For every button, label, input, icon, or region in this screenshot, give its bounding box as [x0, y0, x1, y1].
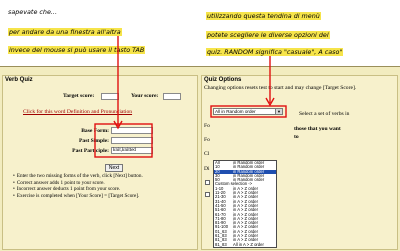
annotation-right-line1: utilizzando questa tendina di menù — [206, 12, 321, 20]
instructions-list: Enter the two missing forms of the verb,… — [13, 173, 143, 199]
side-letter: Fo — [204, 123, 210, 129]
past-participle-label: Past Participle: — [72, 148, 109, 154]
chevron-down-icon[interactable]: ▼ — [275, 109, 282, 114]
annotation-left-line2-highlight: per andare da una finestra all'altra — [8, 28, 122, 36]
verb-set-dropdown-list[interactable]: All in Random order 10 in Random order 20 in … — [213, 160, 277, 248]
annotation-right-line2: potete scegliere le diverse opzioni del — [206, 31, 330, 39]
verb-quiz-panel: Verb Quiz Target score: Your score: Clic… — [2, 75, 198, 250]
instruction-item: Enter the two missing forms of the verb,… — [13, 173, 143, 180]
annotation-right-line1-highlight: utilizzando questa tendina di menù — [206, 12, 321, 20]
annotation-right-line3: quiz. RANDOM significa "casuale", A caso… — [206, 48, 344, 56]
select-label: Select a set of verbs in — [299, 111, 350, 117]
annotation-left-line2: per andare da una finestra all'altra — [8, 28, 122, 36]
verb-set-select-value: All in Random order — [215, 109, 256, 114]
hint-partial-2: to — [294, 134, 299, 140]
quiz-options-title: Quiz Options — [204, 77, 242, 83]
past-simple-input[interactable] — [111, 137, 153, 144]
your-score-label: Your score: — [131, 93, 159, 99]
hint-partial-1: those that you want — [294, 126, 341, 132]
your-score-field — [163, 93, 181, 100]
option-checkbox[interactable] — [205, 180, 210, 185]
quiz-screenshot: Verb Quiz Target score: Your score: Clic… — [0, 66, 400, 251]
instruction-item: Exercise is completed when [Your Score] … — [13, 193, 143, 200]
annotation-left-line1: sapevate che... — [8, 8, 57, 16]
past-participle-input[interactable]: knit,knitted — [111, 147, 153, 154]
base-form-input[interactable] — [111, 127, 153, 134]
side-letter: Fo — [204, 137, 210, 143]
annotation-right-line3-highlight: quiz. RANDOM significa "casuale", A caso… — [206, 48, 344, 56]
next-button[interactable]: Next — [105, 164, 123, 172]
quiz-options-intro: Changing options resets test to start an… — [204, 85, 357, 91]
option-checkbox[interactable] — [205, 192, 210, 197]
side-letter: Di — [204, 166, 210, 172]
definition-link[interactable]: Click for this word Definition and Pronu… — [23, 109, 132, 115]
verb-set-select[interactable]: All in Random order ▼ — [213, 108, 283, 115]
base-form-label: Base Form: — [81, 128, 109, 134]
past-simple-label: Past Simple: — [79, 138, 109, 144]
verb-quiz-title: Verb Quiz — [5, 77, 33, 83]
dropdown-option-order: All in A > Z order — [233, 241, 264, 247]
annotation-left-line3-highlight: invece del mouse si può usare il tasto T… — [8, 46, 146, 54]
target-score-field — [101, 93, 119, 100]
side-letter: Cl — [204, 151, 210, 157]
dropdown-option[interactable]: 81_83 All in A > Z order — [214, 241, 276, 247]
target-score-label: Target score: — [63, 93, 95, 99]
instruction-item: Incorrect answer deducts 1 point from yo… — [13, 186, 143, 193]
dropdown-option-key: 81_83 — [215, 241, 227, 247]
annotation-left-line3: invece del mouse si può usare il tasto T… — [8, 46, 146, 54]
annotation-right-line2-highlight: potete scegliere le diverse opzioni del — [206, 31, 330, 39]
